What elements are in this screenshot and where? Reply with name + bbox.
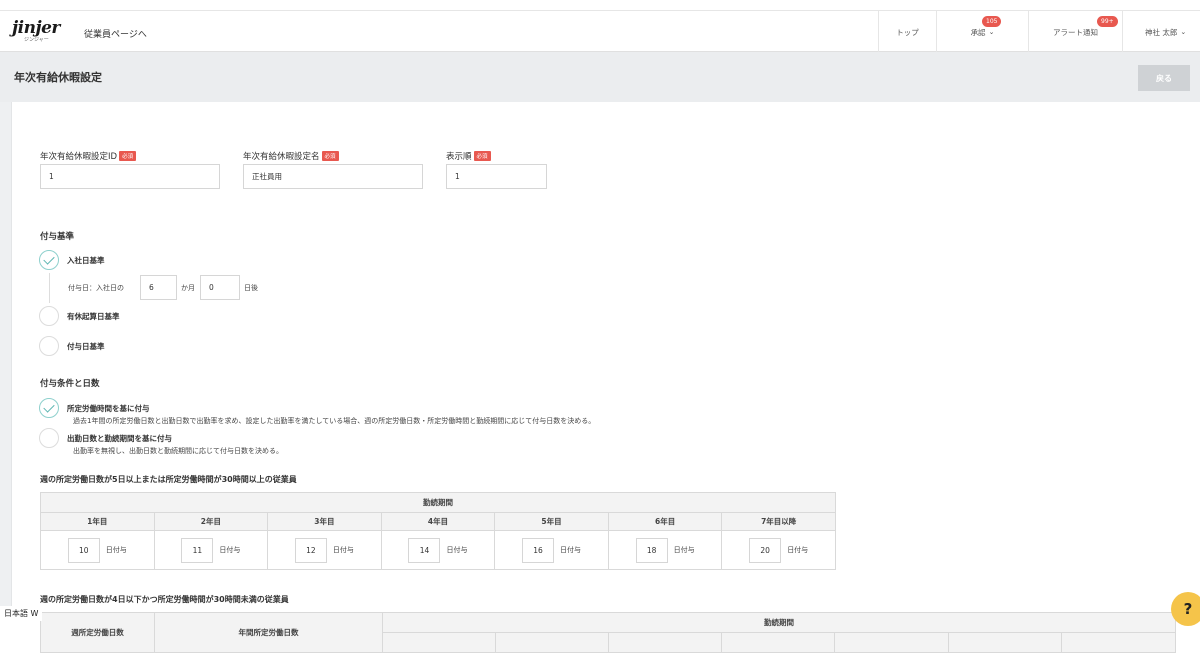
- grant-days-unit: 日付与: [560, 546, 582, 554]
- year-header: 7年目以降: [721, 512, 836, 531]
- grant-days-table-parttime: 週所定労働日数 年間所定労働日数 勤続期間: [40, 612, 1177, 653]
- page-title-bar: 年次有給休暇設定 戻る: [0, 52, 1200, 102]
- setting-id-input[interactable]: 1: [40, 164, 220, 189]
- leave-start-basis-label: 有休起算日基準: [67, 312, 120, 321]
- chevron-down-icon: ⌄: [988, 28, 995, 36]
- display-order-input[interactable]: 1: [446, 164, 547, 189]
- hire-date-basis-label: 入社日基準: [67, 256, 105, 265]
- required-badge: 必須: [473, 151, 491, 161]
- side-panel-edge: [0, 102, 12, 610]
- option-connector: [49, 273, 50, 303]
- weekly-days-header: 週所定労働日数: [40, 612, 155, 653]
- page-title: 年次有給休暇設定: [14, 71, 102, 84]
- grant-date-basis-label: 付与日基準: [67, 342, 105, 351]
- grant-days-cell: 20 日付与: [721, 530, 836, 570]
- working-hours-based-label: 所定労働時間を基に付与: [67, 404, 150, 413]
- months-unit: か月: [181, 284, 195, 292]
- nav-top[interactable]: トップ: [878, 11, 936, 53]
- grant-days-unit: 日付与: [446, 546, 468, 554]
- period-col: [381, 632, 497, 653]
- alert-badge: 99+: [1097, 16, 1118, 27]
- period-col: [834, 632, 949, 653]
- radio-hire-date-basis[interactable]: [39, 250, 59, 270]
- grant-days-table-fulltime: 勤続期間 1年目 2年目 3年目 4年目 5年目 6年目 7年目以降 10 日付与 11 日付与 1…: [40, 492, 836, 570]
- help-icon[interactable]: ?: [1171, 592, 1200, 626]
- year-header: 1年目: [40, 512, 155, 531]
- order-label: 表示順 必須: [446, 150, 491, 162]
- id-label: 年次有給休暇設定ID 必須: [40, 150, 137, 162]
- employee-page-link[interactable]: 従業員ページへ: [84, 27, 147, 40]
- period-col: [1060, 632, 1177, 653]
- chevron-down-icon: ⌄: [1180, 28, 1187, 36]
- days-unit: 日後: [244, 284, 258, 292]
- days-after-input[interactable]: 0: [200, 275, 240, 300]
- period-col: [947, 632, 1062, 653]
- grant-days-input[interactable]: 11: [181, 537, 214, 563]
- grant-days-cell-content: 12 日付与: [268, 531, 381, 569]
- grant-days-unit: 日付与: [673, 546, 695, 554]
- grant-days-unit: 日付与: [105, 546, 127, 554]
- grant-days-input[interactable]: 18: [635, 537, 668, 563]
- back-button[interactable]: 戻る: [1138, 65, 1190, 91]
- grant-days-cell-content: 14 日付与: [382, 531, 495, 569]
- grant-days-input[interactable]: 20: [749, 537, 782, 563]
- grant-days-input[interactable]: 14: [408, 537, 441, 563]
- attendance-based-desc: 出勤率を無視し、出勤日数と勤続期間に応じて付与日数を決める。: [73, 447, 283, 455]
- grant-basis-title: 付与基準: [40, 232, 75, 242]
- grant-days-input[interactable]: 16: [522, 537, 555, 563]
- grant-days-cell-content: 16 日付与: [495, 531, 608, 569]
- radio-grant-date-basis[interactable]: [39, 336, 59, 356]
- period-col: [495, 632, 610, 653]
- approval-badge: 105: [982, 16, 1002, 27]
- year-header: 5年目: [494, 512, 609, 531]
- required-badge: 必須: [119, 151, 137, 161]
- year-header: 6年目: [607, 512, 723, 531]
- required-badge: 必須: [321, 151, 339, 161]
- months-input[interactable]: 6: [140, 275, 177, 300]
- grant-days-unit: 日付与: [787, 546, 809, 554]
- grant-days-cell: 10 日付与: [40, 530, 155, 570]
- grant-days-cell-content: 20 日付与: [722, 531, 835, 569]
- period-col: [608, 632, 723, 653]
- grant-days-input[interactable]: 10: [67, 537, 100, 563]
- radio-attendance-based[interactable]: [39, 428, 59, 448]
- table2-title: 週の所定労働日数が4日以下かつ所定労働時間が30時間未満の従業員: [40, 595, 289, 604]
- grant-days-input[interactable]: 12: [294, 537, 327, 563]
- service-period-header: 勤続期間: [382, 612, 1176, 633]
- grant-days-cell: 16 日付与: [494, 530, 609, 570]
- nav-approval[interactable]: 承認 ⌄ 105: [936, 11, 1028, 53]
- attendance-based-label: 出勤日数と勤続期間を基に付与: [67, 434, 172, 443]
- jinjer-logo[interactable]: jinjer ジンジャー: [12, 19, 60, 47]
- grant-days-cell: 12 日付与: [267, 530, 382, 570]
- grant-days-cell-content: 10 日付与: [41, 531, 154, 569]
- ime-indicator: 日本語 W: [0, 606, 43, 621]
- annual-days-header: 年間所定労働日数: [154, 612, 383, 653]
- grant-days-unit: 日付与: [219, 546, 241, 554]
- working-hours-based-desc: 過去1年間の所定労働日数と出勤日数で出勤率を求め、設定した出勤率を満たしている場…: [73, 417, 596, 425]
- year-header: 3年目: [267, 512, 382, 531]
- setting-name-input[interactable]: 正社員用: [243, 164, 423, 189]
- service-period-header: 勤続期間: [40, 492, 836, 513]
- nav-alert[interactable]: アラート通知 99+: [1028, 11, 1122, 53]
- name-label: 年次有給休暇設定名 必須: [243, 150, 339, 162]
- radio-leave-start-basis[interactable]: [39, 306, 59, 326]
- grant-days-cell: 11 日付与: [153, 530, 269, 570]
- year-header: 4年目: [380, 512, 496, 531]
- grant-days-unit: 日付与: [332, 546, 354, 554]
- period-col: [721, 632, 836, 653]
- grant-days-cell-content: 11 日付与: [155, 531, 268, 569]
- year-header: 2年目: [153, 512, 269, 531]
- grant-day-prefix: 付与日：入社日の: [68, 284, 124, 292]
- radio-working-hours-based[interactable]: [39, 398, 59, 418]
- table1-title: 週の所定労働日数が5日以上または所定労働時間が30時間以上の従業員: [40, 475, 297, 484]
- grant-conditions-title: 付与条件と日数: [40, 379, 100, 389]
- grant-days-cell: 18 日付与: [607, 530, 723, 570]
- app-header: jinjer ジンジャー 従業員ページへ トップ 承認 ⌄ 105 アラート通知…: [0, 10, 1200, 53]
- user-menu[interactable]: 神社 太郎 ⌄: [1122, 11, 1200, 53]
- grant-days-cell-content: 18 日付与: [609, 531, 722, 569]
- grant-days-cell: 14 日付与: [380, 530, 496, 570]
